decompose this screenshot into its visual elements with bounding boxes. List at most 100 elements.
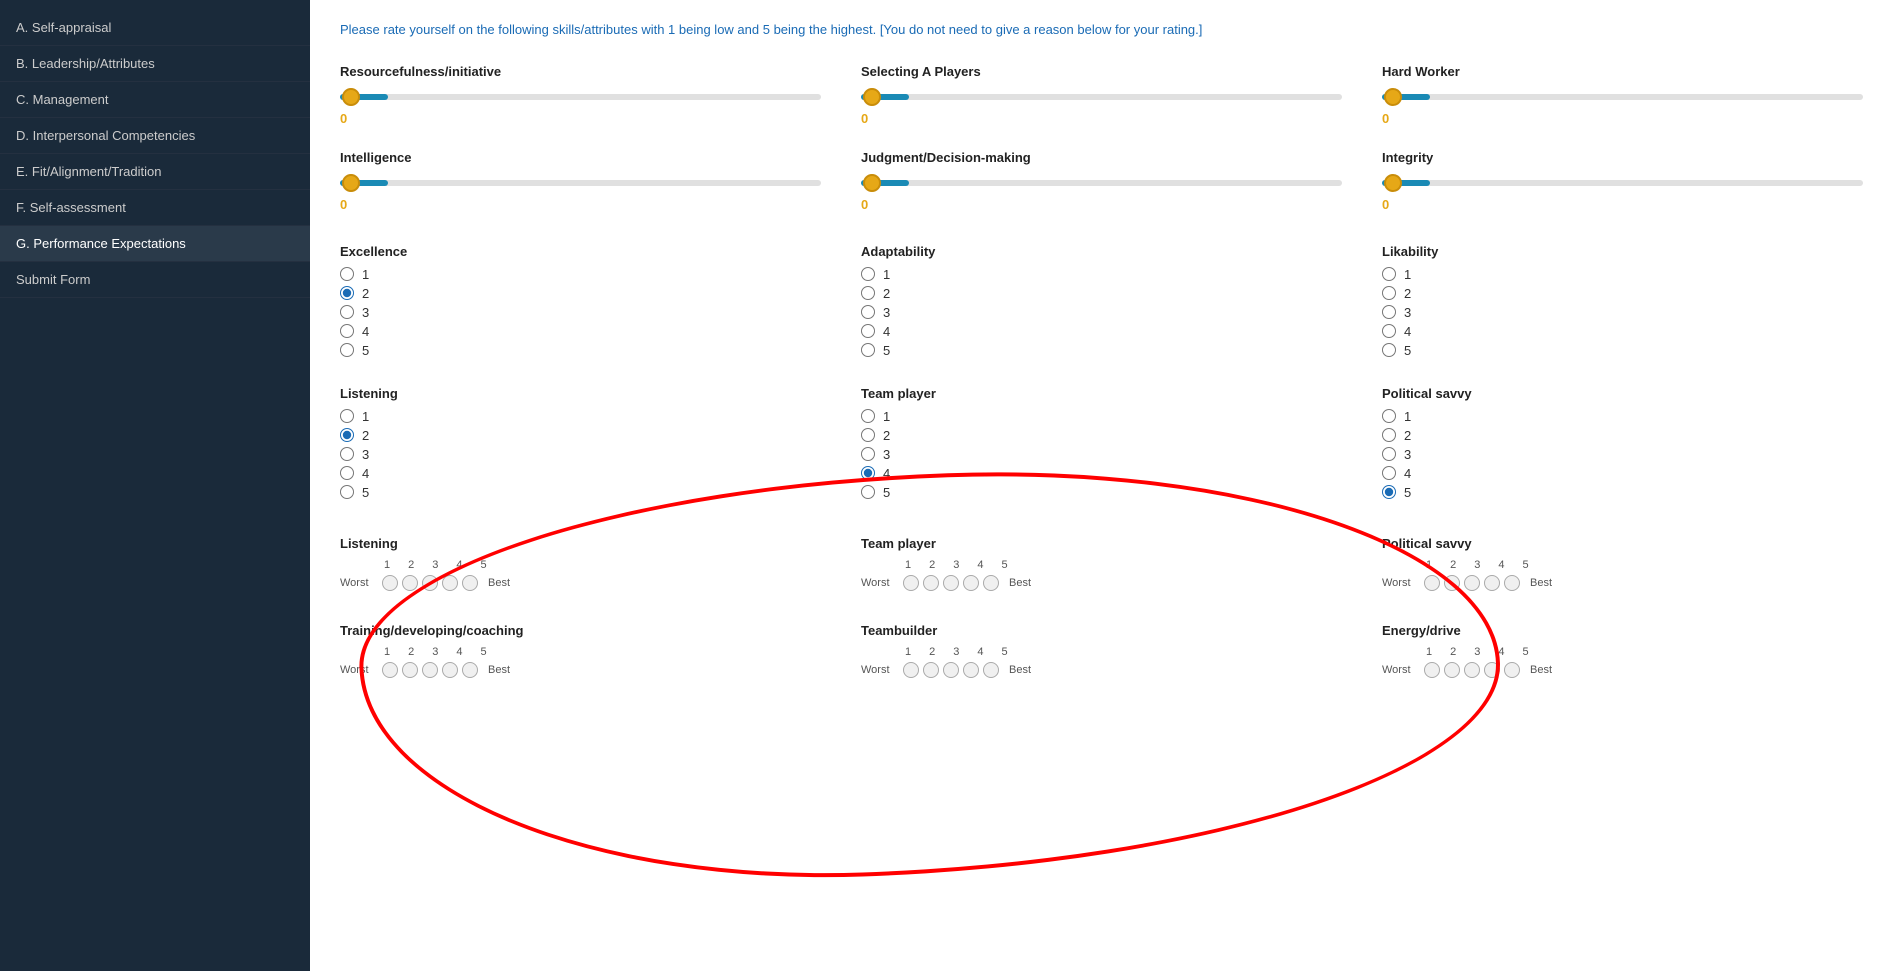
- radio-listening: Listening 1 2 3 4 5: [340, 386, 821, 504]
- training-dot-4[interactable]: [442, 662, 458, 678]
- teambuilder-dot-4[interactable]: [963, 662, 979, 678]
- energy-dot-2[interactable]: [1444, 662, 1460, 678]
- energy-dot-4[interactable]: [1484, 662, 1500, 678]
- radio-adaptability: Adaptability 1 2 3 4 5: [861, 244, 1342, 362]
- rating-scale-teambuilder: Teambuilder 1 2 3 4 5 Worst Best: [861, 623, 1342, 678]
- radio-adaptability-2[interactable]: 2: [861, 286, 1342, 301]
- sidebar-item-performance[interactable]: G. Performance Expectations: [0, 226, 310, 262]
- radio-excellence: Excellence 1 2 3 4 5: [340, 244, 821, 362]
- team-player-dot-1[interactable]: [903, 575, 919, 591]
- energy-dot-3[interactable]: [1464, 662, 1480, 678]
- radio-adaptability-label: Adaptability: [861, 244, 1342, 259]
- political-savvy-dot-1[interactable]: [1424, 575, 1440, 591]
- sidebar-item-management[interactable]: C. Management: [0, 82, 310, 118]
- slider-hard-worker-label: Hard Worker: [1382, 64, 1863, 79]
- rating-scale-team-player-label: Team player: [861, 536, 1342, 551]
- best-label-listening: Best: [482, 577, 510, 589]
- political-savvy-dot-2[interactable]: [1444, 575, 1460, 591]
- radio-adaptability-4[interactable]: 4: [861, 324, 1342, 339]
- radio-likability-4[interactable]: 4: [1382, 324, 1863, 339]
- team-player-dot-5[interactable]: [983, 575, 999, 591]
- radio-excellence-2[interactable]: 2: [340, 286, 821, 301]
- radio-likability-5[interactable]: 5: [1382, 343, 1863, 358]
- radio-team-player-1[interactable]: 1: [861, 409, 1342, 424]
- radio-likability-1[interactable]: 1: [1382, 267, 1863, 282]
- radio-adaptability-3[interactable]: 3: [861, 305, 1342, 320]
- radio-team-player-3[interactable]: 3: [861, 447, 1342, 462]
- team-player-dot-2[interactable]: [923, 575, 939, 591]
- political-savvy-dot-3[interactable]: [1464, 575, 1480, 591]
- radio-excellence-3[interactable]: 3: [340, 305, 821, 320]
- radio-political-savvy-1[interactable]: 1: [1382, 409, 1863, 424]
- rating-scale-political-savvy: Political savvy 1 2 3 4 5 Worst Best: [1382, 536, 1863, 591]
- training-dot-3[interactable]: [422, 662, 438, 678]
- radio-excellence-4[interactable]: 4: [340, 324, 821, 339]
- radio-political-savvy-3[interactable]: 3: [1382, 447, 1863, 462]
- listening-dot-4[interactable]: [442, 575, 458, 591]
- radio-political-savvy-5[interactable]: 5: [1382, 485, 1863, 500]
- slider-resourcefulness-value: 0: [340, 111, 821, 126]
- best-label-political-savvy: Best: [1524, 577, 1552, 589]
- sidebar-item-fit[interactable]: E. Fit/Alignment/Tradition: [0, 154, 310, 190]
- radio-likability-2[interactable]: 2: [1382, 286, 1863, 301]
- radio-team-player-5[interactable]: 5: [861, 485, 1342, 500]
- radio-listening-5[interactable]: 5: [340, 485, 821, 500]
- radio-likability: Likability 1 2 3 4 5: [1382, 244, 1863, 362]
- teambuilder-dot-5[interactable]: [983, 662, 999, 678]
- rating-scale-teambuilder-label: Teambuilder: [861, 623, 1342, 638]
- radio-adaptability-5[interactable]: 5: [861, 343, 1342, 358]
- radio-excellence-1[interactable]: 1: [340, 267, 821, 282]
- energy-dot-5[interactable]: [1504, 662, 1520, 678]
- slider-selecting-value: 0: [861, 111, 1342, 126]
- radio-listening-2[interactable]: 2: [340, 428, 821, 443]
- radio-political-savvy-2[interactable]: 2: [1382, 428, 1863, 443]
- team-player-dot-4[interactable]: [963, 575, 979, 591]
- teambuilder-dot-2[interactable]: [923, 662, 939, 678]
- worst-label-team-player: Worst: [861, 577, 899, 589]
- radio-political-savvy-4[interactable]: 4: [1382, 466, 1863, 481]
- radio-team-player: Team player 1 2 3 4 5: [861, 386, 1342, 504]
- radio-listening-3[interactable]: 3: [340, 447, 821, 462]
- slider-integrity: Integrity 0: [1382, 150, 1863, 212]
- radio-political-savvy: Political savvy 1 2 3 4 5: [1382, 386, 1863, 504]
- radio-likability-3[interactable]: 3: [1382, 305, 1863, 320]
- worst-label-teambuilder: Worst: [861, 664, 899, 676]
- radio-political-savvy-label: Political savvy: [1382, 386, 1863, 401]
- teambuilder-dot-1[interactable]: [903, 662, 919, 678]
- team-player-dot-3[interactable]: [943, 575, 959, 591]
- political-savvy-dot-4[interactable]: [1484, 575, 1500, 591]
- listening-dot-3[interactable]: [422, 575, 438, 591]
- rating-scale-listening-label: Listening: [340, 536, 821, 551]
- radio-listening-4[interactable]: 4: [340, 466, 821, 481]
- main-content: Please rate yourself on the following sk…: [310, 0, 1893, 971]
- sidebar-item-self-assessment[interactable]: F. Self-assessment: [0, 190, 310, 226]
- training-dot-1[interactable]: [382, 662, 398, 678]
- teambuilder-dot-3[interactable]: [943, 662, 959, 678]
- radio-adaptability-1[interactable]: 1: [861, 267, 1342, 282]
- energy-dot-1[interactable]: [1424, 662, 1440, 678]
- listening-dot-1[interactable]: [382, 575, 398, 591]
- political-savvy-dot-5[interactable]: [1504, 575, 1520, 591]
- rating-scale-grid: Listening 1 2 3 4 5 Worst Best Team play…: [340, 536, 1863, 591]
- instruction-text: Please rate yourself on the following sk…: [340, 20, 1863, 40]
- rating-scale-training-label: Training/developing/coaching: [340, 623, 821, 638]
- sidebar-item-leadership[interactable]: B. Leadership/Attributes: [0, 46, 310, 82]
- radio-team-player-4[interactable]: 4: [861, 466, 1342, 481]
- worst-label-political-savvy: Worst: [1382, 577, 1420, 589]
- listening-dot-5[interactable]: [462, 575, 478, 591]
- radio-excellence-label: Excellence: [340, 244, 821, 259]
- sidebar-item-self-appraisal[interactable]: A. Self-appraisal: [0, 10, 310, 46]
- radio-team-player-2[interactable]: 2: [861, 428, 1342, 443]
- training-dot-5[interactable]: [462, 662, 478, 678]
- training-dot-2[interactable]: [402, 662, 418, 678]
- listening-dot-2[interactable]: [402, 575, 418, 591]
- best-label-team-player: Best: [1003, 577, 1031, 589]
- slider-judgment-value: 0: [861, 197, 1342, 212]
- sidebar-item-submit[interactable]: Submit Form: [0, 262, 310, 298]
- rating-scale-training: Training/developing/coaching 1 2 3 4 5 W…: [340, 623, 821, 678]
- radio-listening-1[interactable]: 1: [340, 409, 821, 424]
- rating-scale-team-player: Team player 1 2 3 4 5 Worst Best: [861, 536, 1342, 591]
- radio-excellence-5[interactable]: 5: [340, 343, 821, 358]
- sidebar-item-interpersonal[interactable]: D. Interpersonal Competencies: [0, 118, 310, 154]
- slider-intelligence: Intelligence 0: [340, 150, 821, 212]
